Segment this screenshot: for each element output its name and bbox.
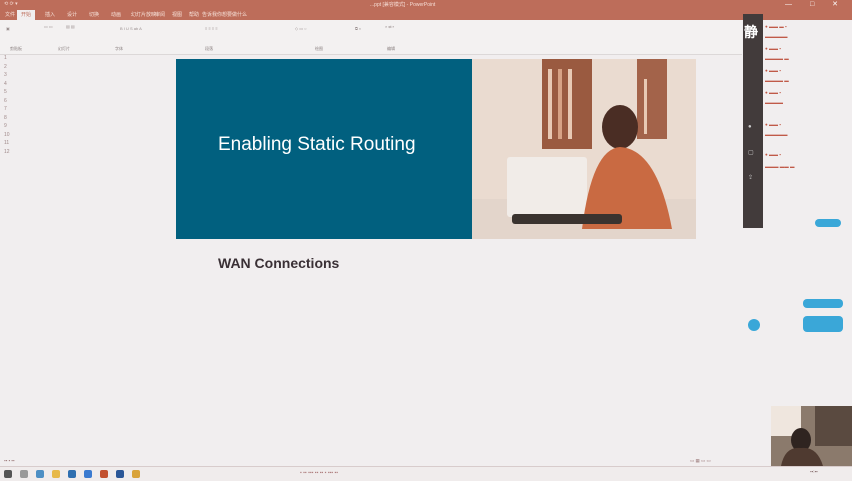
presenter-video — [771, 406, 852, 466]
chat-line: ● ▬▬ ▬ ▪ — [765, 24, 787, 29]
thumbnail-item[interactable]: 1 — [0, 55, 22, 64]
tab-home[interactable]: 开始 — [17, 10, 36, 20]
slide-title-panel: Enabling Static Routing — [176, 59, 472, 239]
thumbnail-item[interactable]: 4 — [0, 81, 22, 90]
status-bar: ▪▪ ▪ ▪▪ ▭ ▦ ▭ ▭ — [0, 458, 852, 466]
tab-insert[interactable]: 插入 — [45, 11, 55, 18]
chat-line: ▬▬▬▬ ▬ — [765, 78, 789, 83]
assistant-icon[interactable] — [748, 319, 760, 331]
chat-line: ● ▬▬ ▪ — [765, 152, 781, 157]
thumbnail-item[interactable]: 5 — [0, 89, 22, 98]
chat-bubble[interactable] — [815, 219, 841, 227]
chat-line: ▬▬▬▬▬ — [765, 34, 788, 39]
arrange-icon[interactable]: ⧉ ◐ — [355, 26, 361, 31]
slide-canvas[interactable]: Enabling Static Routing — [176, 59, 696, 239]
chat-line: ● ▬▬ ▪ — [765, 68, 781, 73]
group-editing: 编辑 — [387, 46, 395, 51]
paste-icon[interactable]: ▣ — [6, 26, 10, 31]
quick-access-toolbar[interactable]: ⟲ ⟳ ▾ — [4, 1, 18, 7]
chat-line: ▬▬▬▬ — [765, 100, 783, 105]
ribbon: ▣ ▭ ▭ ▤ ▤ B I U S ab A ≡ ≡ ≡ ≡ ◇ ▭ ○ ⧉ ◐… — [0, 20, 742, 55]
clock[interactable]: ▪▪:▪▪ — [810, 469, 818, 474]
start-icon[interactable] — [4, 470, 12, 478]
thumbnail-item[interactable]: 9 — [0, 123, 22, 132]
tab-slideshow[interactable]: 幻灯片放映 — [131, 11, 156, 18]
taskbar: ▪ ▪▪ ▪▪▪ ▪▪ ▪▪ ▪ ▪▪▪ ▪▪ ▪▪:▪▪ — [0, 466, 852, 481]
tab-transitions[interactable]: 切换 — [89, 11, 99, 18]
chrome-icon[interactable] — [132, 470, 140, 478]
tell-me-search[interactable]: 告诉我你想要做什么 — [202, 11, 247, 18]
font-controls[interactable]: B I U S ab A — [120, 26, 142, 31]
layout-icon[interactable]: ▤ ▤ — [66, 24, 75, 29]
thumbnail-item[interactable]: 10 — [0, 132, 22, 141]
slide-counter: ▪▪ ▪ ▪▪ — [4, 458, 15, 463]
slide-photo[interactable] — [472, 59, 696, 239]
shapes-icon[interactable]: ◇ ▭ ○ — [295, 26, 307, 31]
taskbar-apps[interactable]: ▪ ▪▪ ▪▪▪ ▪▪ ▪▪ ▪ ▪▪▪ ▪▪ — [300, 470, 338, 476]
tab-animations[interactable]: 动画 — [111, 11, 121, 18]
chat-bubble[interactable] — [803, 299, 843, 308]
explorer-icon[interactable] — [52, 470, 60, 478]
title-bar: ⟲ ⟳ ▾ ...ppt [兼容模式] - PowerPoint — □ ✕ — [0, 0, 852, 10]
thumbnail-item[interactable]: 6 — [0, 98, 22, 107]
tab-review[interactable]: 审阅 — [155, 11, 165, 18]
edge-icon[interactable] — [36, 470, 44, 478]
chat-line: ▬▬▬ ▬▬ ▬ — [765, 164, 795, 169]
paragraph-controls[interactable]: ≡ ≡ ≡ ≡ — [205, 26, 218, 31]
camera-icon[interactable]: ▢ — [748, 149, 754, 156]
mic-icon[interactable]: ● — [748, 124, 752, 130]
tab-help[interactable]: 帮助 — [189, 11, 199, 18]
window-controls[interactable]: — □ ✕ — [785, 0, 846, 8]
share-icon[interactable]: ⇪ — [748, 174, 753, 181]
chat-bubble[interactable] — [803, 316, 843, 332]
thumbnail-item[interactable]: 11 — [0, 140, 22, 149]
word-icon[interactable] — [116, 470, 124, 478]
side-panel-label: 静 — [744, 24, 758, 40]
chat-line: ▬▬▬▬ ▬ — [765, 56, 789, 61]
webcam-overlay — [771, 406, 852, 466]
group-paragraph: 段落 — [205, 46, 213, 51]
tab-view[interactable]: 视图 — [172, 11, 182, 18]
window-title: ...ppt [兼容模式] - PowerPoint — [370, 2, 436, 8]
new-slide-icon[interactable]: ▭ ▭ — [44, 24, 53, 29]
thumbnail-item[interactable]: 12 — [0, 149, 22, 158]
thumbnail-item[interactable]: 2 — [0, 64, 22, 73]
chat-line: ● ▬▬ ▪ — [765, 90, 781, 95]
slide-title[interactable]: Enabling Static Routing — [218, 135, 418, 155]
chat-panel: ● ▬▬ ▬ ▪ ▬▬▬▬▬ ● ▬▬ ▪ ▬▬▬▬ ▬ ● ▬▬ ▪ ▬▬▬▬… — [765, 14, 852, 184]
person-with-laptop-image — [472, 59, 696, 239]
side-toolbar: 静 ● ▢ ⇪ — [743, 14, 763, 228]
thumbnail-item[interactable]: 7 — [0, 106, 22, 115]
search-icon[interactable] — [20, 470, 28, 478]
group-clipboard: 剪贴板 — [10, 46, 22, 51]
find-icon[interactable]: ⌕ ⇄ ▸ — [385, 24, 394, 29]
chat-line: ● ▬▬ ▪ — [765, 122, 781, 127]
slide-subtitle[interactable]: WAN Connections — [218, 255, 339, 271]
group-drawing: 绘图 — [315, 46, 323, 51]
store-icon[interactable] — [68, 470, 76, 478]
thumbnail-item[interactable]: 3 — [0, 72, 22, 81]
chat-line: ▬▬▬▬▬ — [765, 132, 788, 137]
thumbnail-item[interactable]: 8 — [0, 115, 22, 124]
chat-line: ● ▬▬ ▪ — [765, 46, 781, 51]
group-font: 字体 — [115, 46, 123, 51]
powerpoint-icon[interactable] — [100, 470, 108, 478]
menu-tabs: 文件 开始 插入 设计 切换 动画 幻灯片放映 审阅 视图 帮助 告诉我你想要做… — [0, 10, 852, 20]
group-slides: 幻灯片 — [58, 46, 70, 51]
view-buttons[interactable]: ▭ ▦ ▭ ▭ — [690, 458, 711, 464]
slide-thumbnail-list: 1 2 3 4 5 6 7 8 9 10 11 12 — [0, 55, 22, 455]
tab-file[interactable]: 文件 — [5, 11, 15, 18]
tab-design[interactable]: 设计 — [67, 11, 77, 18]
mail-icon[interactable] — [84, 470, 92, 478]
